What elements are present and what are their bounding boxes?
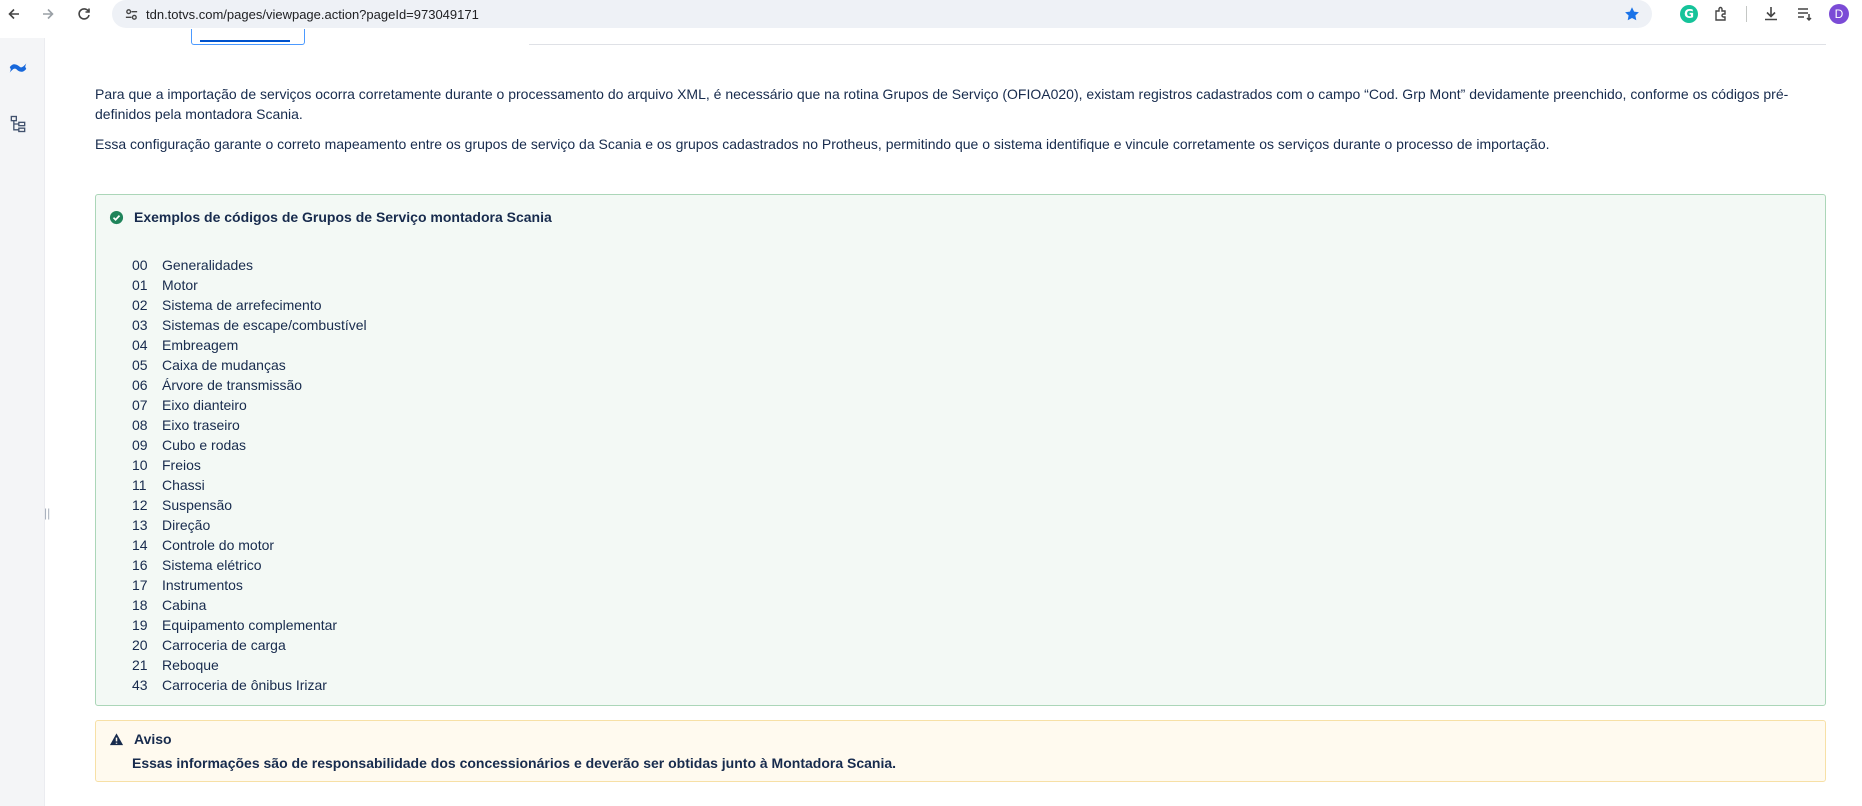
group-code: 09 — [132, 437, 148, 453]
warning-panel: Aviso Essas informações são de responsab… — [95, 720, 1826, 782]
list-item: 08 Eixo traseiro — [132, 415, 367, 435]
intro-paragraph-1: Para que a importação de serviços ocorra… — [95, 86, 1789, 122]
list-item: 12 Suspensão — [132, 495, 367, 515]
group-code: 07 — [132, 397, 148, 413]
url-text[interactable]: tdn.totvs.com/pages/viewpage.action?page… — [146, 7, 479, 22]
group-name: Árvore de transmissão — [162, 377, 303, 393]
group-name: Sistema elétrico — [162, 557, 262, 573]
success-panel-title: Exemplos de códigos de Grupos de Serviço… — [134, 209, 552, 225]
list-item: 03 Sistemas de escape/combustível — [132, 315, 367, 335]
group-name: Eixo dianteiro — [162, 397, 247, 413]
download-icon[interactable] — [1761, 4, 1781, 24]
group-code: 14 — [132, 537, 148, 553]
list-item: 10 Freios — [132, 455, 367, 475]
group-code: 43 — [132, 677, 148, 693]
group-code: 18 — [132, 597, 148, 613]
page-content: Para que a importação de serviços ocorra… — [95, 84, 1826, 164]
list-item: 19 Equipamento complementar — [132, 615, 367, 635]
service-group-list: 00 Generalidades 01 Motor 02 Sistema de arref… — [132, 255, 367, 695]
list-item: 14 Controle do motor — [132, 535, 367, 555]
group-code: 00 — [132, 257, 148, 273]
list-item: 00 Generalidades — [132, 255, 367, 275]
group-name: Freios — [162, 457, 201, 473]
group-name: Eixo traseiro — [162, 417, 240, 433]
success-panel: Exemplos de códigos de Grupos de Serviço… — [95, 194, 1826, 706]
group-code: 21 — [132, 657, 148, 673]
list-item: 17 Instrumentos — [132, 575, 367, 595]
group-code: 01 — [132, 277, 148, 293]
page-tree-icon[interactable] — [6, 112, 30, 136]
group-code: 12 — [132, 497, 148, 513]
list-item: 06 Árvore de transmissão — [132, 375, 367, 395]
list-item: 05 Caixa de mudanças — [132, 355, 367, 375]
extensions-icon[interactable] — [1712, 4, 1732, 24]
group-name: Chassi — [162, 477, 205, 493]
group-code: 20 — [132, 637, 148, 653]
list-item: 01 Motor — [132, 275, 367, 295]
back-icon[interactable] — [0, 0, 28, 28]
group-name: Motor — [162, 277, 198, 293]
group-code: 10 — [132, 457, 148, 473]
grammarly-icon[interactable]: G — [1680, 5, 1698, 23]
warning-panel-text: Essas informações são de responsabilidad… — [132, 755, 897, 771]
reload-icon[interactable] — [70, 0, 98, 28]
header-divider — [529, 44, 1826, 45]
header-tab[interactable] — [191, 29, 305, 45]
list-item: 07 Eixo dianteiro — [132, 395, 367, 415]
list-item: 16 Sistema elétrico — [132, 555, 367, 575]
toolbar-separator — [1746, 6, 1747, 22]
group-code: 08 — [132, 417, 148, 433]
warning-icon — [108, 731, 124, 747]
group-name: Controle do motor — [162, 537, 275, 553]
star-icon[interactable] — [1624, 6, 1640, 22]
profile-avatar[interactable]: D — [1829, 4, 1849, 24]
group-code: 02 — [132, 297, 148, 313]
browser-toolbar: tdn.totvs.com/pages/viewpage.action?page… — [0, 0, 1862, 28]
group-name: Carroceria de carga — [162, 637, 286, 653]
group-name: Carroceria de ônibus Irizar — [162, 677, 327, 693]
group-name: Caixa de mudanças — [162, 357, 286, 373]
list-item: 02 Sistema de arrefecimento — [132, 295, 367, 315]
check-circle-icon — [108, 209, 124, 225]
group-code: 04 — [132, 337, 148, 353]
group-name: Sistemas de escape/combustível — [162, 317, 367, 333]
app-sidebar-rail — [0, 38, 45, 806]
address-bar[interactable]: tdn.totvs.com/pages/viewpage.action?page… — [112, 0, 1652, 28]
warning-panel-title: Aviso — [134, 731, 172, 747]
group-name: Cabina — [162, 597, 207, 613]
site-info-icon[interactable] — [118, 0, 144, 28]
list-item: 13 Direção — [132, 515, 367, 535]
group-code: 06 — [132, 377, 148, 393]
group-code: 17 — [132, 577, 148, 593]
group-code: 16 — [132, 557, 148, 573]
list-item: 21 Reboque — [132, 655, 367, 675]
group-name: Generalidades — [162, 257, 254, 273]
group-code: 13 — [132, 517, 148, 533]
group-name: Embreagem — [162, 337, 239, 353]
group-name: Sistema de arrefecimento — [162, 297, 322, 313]
list-item: 20 Carroceria de carga — [132, 635, 367, 655]
confluence-logo-icon[interactable] — [6, 56, 30, 80]
intro-paragraph-2: Essa configuração garante o correto mape… — [95, 136, 1550, 152]
list-item: 18 Cabina — [132, 595, 367, 615]
group-name: Equipamento complementar — [162, 617, 338, 633]
forward-icon[interactable] — [34, 0, 62, 28]
list-item: 11 Chassi — [132, 475, 367, 495]
group-name: Suspensão — [162, 497, 233, 513]
group-code: 03 — [132, 317, 148, 333]
group-name: Direção — [162, 517, 211, 533]
sidebar-resize-handle[interactable]: || — [44, 506, 52, 520]
group-code: 19 — [132, 617, 148, 633]
list-item: 43 Carroceria de ônibus Irizar — [132, 675, 367, 695]
reading-list-icon[interactable] — [1795, 4, 1815, 24]
group-code: 05 — [132, 357, 148, 373]
list-item: 09 Cubo e rodas — [132, 435, 367, 455]
group-name: Reboque — [162, 657, 219, 673]
group-code: 11 — [132, 477, 147, 493]
group-name: Instrumentos — [162, 577, 243, 593]
group-name: Cubo e rodas — [162, 437, 247, 453]
list-item: 04 Embreagem — [132, 335, 367, 355]
